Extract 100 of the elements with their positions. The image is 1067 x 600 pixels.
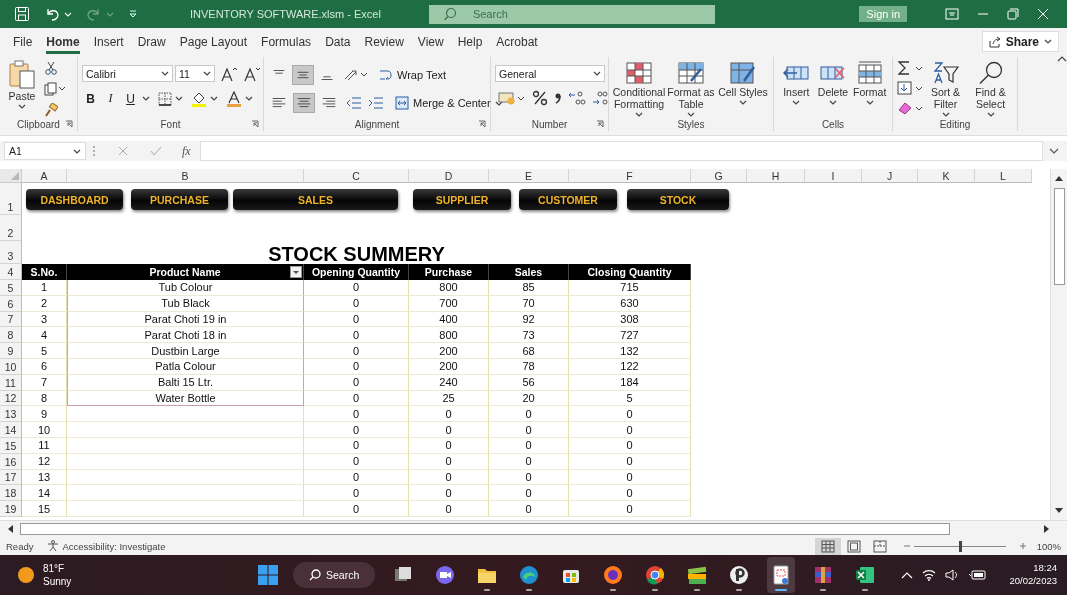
ribbon-tab[interactable]: Data xyxy=(325,29,351,54)
cut-icon[interactable] xyxy=(44,61,58,75)
scroll-left-icon[interactable] xyxy=(6,524,14,534)
undo-icon[interactable] xyxy=(44,6,60,22)
cell-styles-button[interactable]: Cell Styles xyxy=(718,59,768,107)
row-header[interactable]: 4 xyxy=(0,264,22,280)
row-header[interactable]: 19 xyxy=(0,501,22,517)
column-header[interactable]: I xyxy=(805,169,862,183)
copy-icon[interactable] xyxy=(44,82,66,96)
chevron-up-icon[interactable] xyxy=(901,571,914,579)
check-icon[interactable] xyxy=(150,146,162,156)
column-header[interactable]: K xyxy=(918,169,975,183)
taskbar-app-button[interactable] xyxy=(767,557,796,593)
row-header[interactable]: 2 xyxy=(0,215,22,241)
ribbon-tab[interactable]: Insert xyxy=(93,29,124,54)
eraser-icon[interactable] xyxy=(897,101,923,115)
bold-button[interactable]: B xyxy=(82,90,99,107)
ribbon-tab[interactable]: View xyxy=(417,29,444,54)
decrease-indent-icon[interactable] xyxy=(346,96,362,110)
navigation-button[interactable]: DASHBOARD xyxy=(26,189,123,210)
ribbon-tab[interactable]: Formulas xyxy=(261,29,312,54)
name-box[interactable]: A1 xyxy=(4,142,86,160)
row-header[interactable]: 8 xyxy=(0,327,22,344)
comma-style-icon[interactable] xyxy=(554,91,562,105)
format-cells-button[interactable]: Format xyxy=(851,59,888,107)
start-icon[interactable] xyxy=(257,564,279,586)
underline-button[interactable]: U xyxy=(122,90,139,107)
font-name-field[interactable]: Calibri xyxy=(82,65,173,82)
navigation-button[interactable]: CUSTOMER xyxy=(519,189,617,210)
chevron-down-icon[interactable] xyxy=(64,10,72,18)
ribbon-tab[interactable]: Help xyxy=(457,29,483,54)
column-header[interactable]: E xyxy=(489,169,569,183)
wrap-text-button[interactable]: Wrap Text xyxy=(379,68,447,82)
share-button[interactable]: Share xyxy=(981,31,1059,52)
middle-align-icon[interactable] xyxy=(292,65,314,85)
collapse-ribbon-icon[interactable] xyxy=(1057,55,1067,63)
percent-icon[interactable] xyxy=(532,90,548,106)
scrollbar-thumb[interactable] xyxy=(20,523,950,535)
ribbon-tab[interactable]: Acrobat xyxy=(496,29,538,54)
increase-decimal-icon[interactable] xyxy=(568,90,586,106)
ribbon-tab[interactable]: Draw xyxy=(137,29,166,54)
filter-dropdown-icon[interactable] xyxy=(290,266,302,278)
customize-icon[interactable] xyxy=(128,9,138,19)
conditional-formatting-button[interactable]: Conditional Formatting xyxy=(614,59,664,119)
navigation-button[interactable]: STOCK xyxy=(627,189,729,210)
ribbon-tab[interactable]: File xyxy=(13,29,33,54)
find-select-button[interactable]: Find & Select xyxy=(968,59,1013,119)
zoom-level[interactable]: 100% xyxy=(1036,540,1061,552)
italic-button[interactable]: I xyxy=(102,90,119,107)
formula-input[interactable] xyxy=(199,141,1043,161)
increase-indent-icon[interactable] xyxy=(368,96,384,110)
navigation-button[interactable]: PURCHASE xyxy=(131,189,228,210)
sun-icon[interactable] xyxy=(17,566,35,584)
font-size-field[interactable]: 11 xyxy=(175,65,215,82)
paste-button[interactable]: Paste xyxy=(4,59,40,111)
decrease-decimal-icon[interactable] xyxy=(592,90,610,106)
format-as-table-button[interactable]: Format as Table xyxy=(666,59,716,119)
column-header[interactable]: L xyxy=(975,169,1032,183)
merge-center-button[interactable]: Merge & Center xyxy=(395,96,503,110)
column-header[interactable]: F xyxy=(569,169,691,183)
dialog-launcher-icon[interactable] xyxy=(65,120,73,128)
align-center-icon[interactable] xyxy=(293,93,315,113)
battery-icon[interactable] xyxy=(968,569,987,581)
currency-icon[interactable] xyxy=(498,91,526,105)
delete-cells-button[interactable]: Delete xyxy=(814,59,852,107)
fill-color-icon[interactable] xyxy=(191,90,207,107)
row-header[interactable]: 3 xyxy=(0,241,22,264)
restore-icon[interactable] xyxy=(1007,8,1019,20)
insert-cells-button[interactable]: Insert xyxy=(778,59,815,107)
scroll-up-icon[interactable] xyxy=(1054,174,1064,182)
column-header[interactable]: J xyxy=(862,169,918,183)
column-header[interactable]: A xyxy=(22,169,67,183)
row-header[interactable]: 5 xyxy=(0,280,22,296)
scroll-right-icon[interactable] xyxy=(1043,524,1051,534)
row-header[interactable]: 9 xyxy=(0,343,22,359)
sort-filter-button[interactable]: Sort & Filter xyxy=(923,59,968,119)
wifi-icon[interactable] xyxy=(922,569,937,581)
taskbar-search[interactable]: Search xyxy=(293,562,376,588)
increase-font-size-icon[interactable] xyxy=(220,65,238,82)
ribbon-tab[interactable]: Page Layout xyxy=(179,29,248,54)
column-header[interactable]: G xyxy=(691,169,747,183)
navigation-button[interactable]: SALES xyxy=(233,189,398,210)
insert-function-button[interactable]: fx xyxy=(182,143,191,159)
format-painter-icon[interactable] xyxy=(44,103,58,117)
speaker-icon[interactable] xyxy=(945,569,960,581)
number-format-field[interactable]: General xyxy=(495,65,605,82)
save-icon[interactable] xyxy=(14,6,30,22)
dialog-launcher-icon[interactable] xyxy=(596,120,604,128)
orientation-icon[interactable] xyxy=(343,67,369,83)
column-header[interactable]: D xyxy=(409,169,489,183)
expand-icon[interactable] xyxy=(1049,147,1059,155)
navigation-button[interactable]: SUPPLIER xyxy=(413,189,511,210)
accessibility-button[interactable]: Accessibility: Investigate xyxy=(47,540,166,552)
row-header[interactable]: 18 xyxy=(0,485,22,502)
scrollbar-thumb[interactable] xyxy=(1053,188,1065,285)
decrease-font-size-icon[interactable] xyxy=(243,65,261,82)
close-icon[interactable] xyxy=(1037,8,1049,20)
zoom-in-icon[interactable] xyxy=(1018,542,1027,550)
scroll-down-icon[interactable] xyxy=(1054,507,1064,515)
ribbon-display-icon[interactable] xyxy=(945,8,959,20)
